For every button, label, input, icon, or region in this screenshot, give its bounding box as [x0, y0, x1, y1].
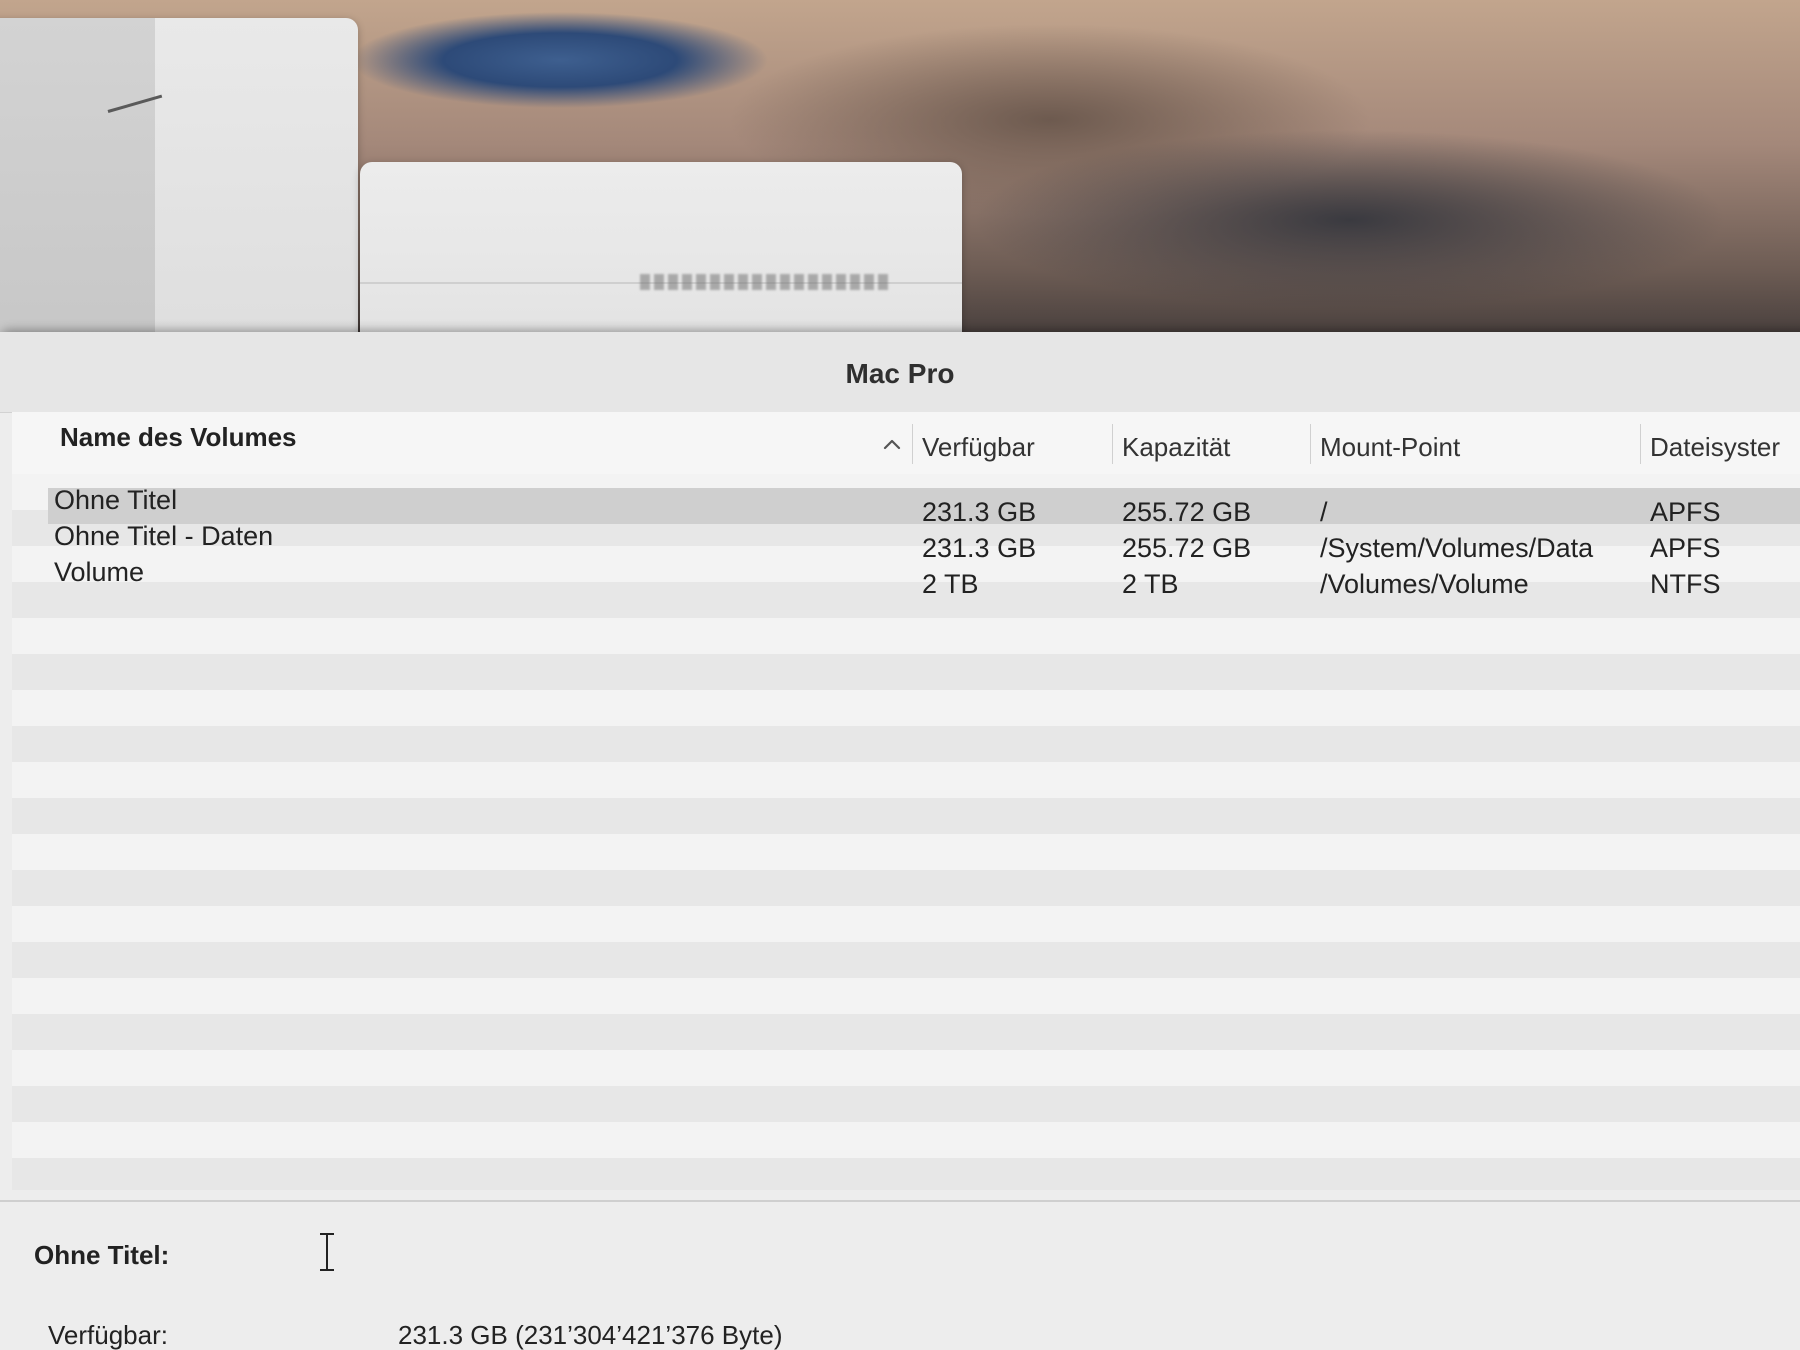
column-separator[interactable]: [1640, 424, 1641, 464]
table-row[interactable]: Volume 2 TB 2 TB /Volumes/Volume NTFS: [12, 557, 1800, 599]
detail-label: Verfügbar:: [48, 1320, 168, 1350]
text-cursor-icon: [320, 1233, 334, 1271]
cell-capacity: 2 TB: [1122, 569, 1179, 599]
detail-value: 231.3 GB (231’304’421’376 Byte): [398, 1320, 783, 1350]
table-body: Ohne Titel 231.3 GB 255.72 GB / APFS Ohn…: [12, 474, 1800, 1190]
pane-splitter[interactable]: [0, 1200, 1800, 1202]
window-title: Mac Pro: [845, 358, 955, 389]
detail-title: Ohne Titel:: [34, 1240, 170, 1270]
detail-row-available: Verfügbar: 231.3 GB (231’304’421’376 Byt…: [48, 1320, 1748, 1350]
cell-volume-name: Volume: [54, 557, 145, 587]
screen: Mac Pro Name des Volumes Verfügbar Kapaz…: [0, 0, 1800, 1350]
cell-available: 2 TB: [922, 569, 979, 599]
column-header-capacity[interactable]: Kapazität: [1122, 432, 1230, 463]
column-separator[interactable]: [912, 424, 913, 464]
column-header-available[interactable]: Verfügbar: [922, 432, 1035, 463]
detail-pane: Ohne Titel: Verfügbar: 231.3 GB (231’304…: [0, 1204, 1800, 1350]
column-separator[interactable]: [1112, 424, 1113, 464]
cell-filesystem: NTFS: [1650, 569, 1721, 599]
table-header: Name des Volumes Verfügbar Kapazität Mou…: [12, 412, 1800, 475]
column-header-mount-point[interactable]: Mount-Point: [1320, 432, 1460, 463]
system-information-window: Mac Pro Name des Volumes Verfügbar Kapaz…: [0, 332, 1800, 1350]
title-bar[interactable]: Mac Pro: [0, 332, 1800, 413]
column-separator[interactable]: [1310, 424, 1311, 464]
cell-volume-name: Ohne Titel - Daten: [54, 521, 274, 551]
cell-volume-name: Ohne Titel: [54, 485, 178, 515]
table-row[interactable]: Ohne Titel - Daten 231.3 GB 255.72 GB /S…: [12, 521, 1800, 563]
chevron-up-icon[interactable]: [880, 432, 904, 456]
background-window-sidebar: [0, 18, 155, 348]
column-header-name[interactable]: Name des Volumes: [60, 422, 297, 453]
volumes-table: Name des Volumes Verfügbar Kapazität Mou…: [12, 412, 1800, 1190]
table-row[interactable]: Ohne Titel 231.3 GB 255.72 GB / APFS: [12, 485, 1800, 527]
column-header-filesystem[interactable]: Dateisyster: [1650, 432, 1780, 463]
blurred-text: [640, 274, 890, 290]
background-window[interactable]: [0, 18, 358, 348]
cell-mount-point: /Volumes/Volume: [1320, 569, 1529, 599]
